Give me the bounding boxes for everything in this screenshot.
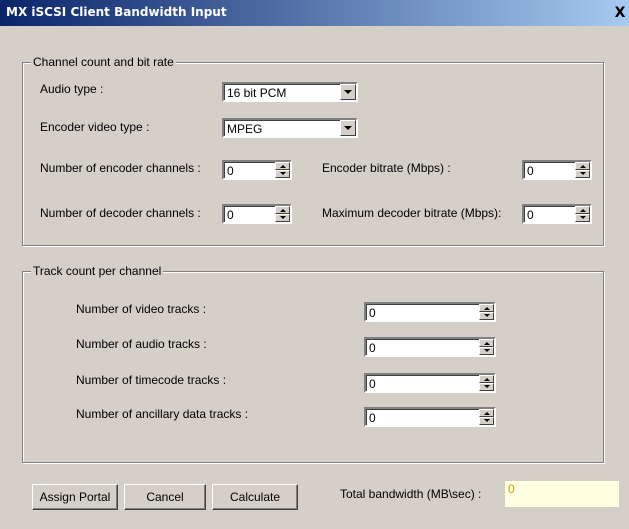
max-decoder-bitrate-value[interactable]: 0 bbox=[527, 208, 534, 222]
spin-buttons bbox=[479, 375, 494, 391]
encoder-channels-value[interactable]: 0 bbox=[227, 164, 234, 178]
spin-up-icon[interactable] bbox=[479, 304, 494, 312]
spin-buttons bbox=[575, 162, 590, 178]
spin-up-icon[interactable] bbox=[575, 206, 590, 214]
assign-portal-button[interactable]: Assign Portal bbox=[32, 484, 118, 510]
track-groupbox: Track count per channel bbox=[22, 264, 604, 463]
audio-type-select[interactable]: 16 bit PCM bbox=[222, 82, 358, 102]
total-bandwidth-label: Total bandwidth (MB\sec) : bbox=[340, 487, 482, 501]
spin-up-icon[interactable] bbox=[479, 339, 494, 347]
calculate-button[interactable]: Calculate bbox=[212, 484, 298, 510]
track-group-legend: Track count per channel bbox=[31, 264, 164, 278]
spin-down-icon[interactable] bbox=[479, 312, 494, 320]
total-bandwidth-output: 0 bbox=[504, 480, 620, 508]
spin-buttons bbox=[479, 304, 494, 320]
spin-down-icon[interactable] bbox=[575, 214, 590, 222]
spin-buttons bbox=[575, 206, 590, 222]
chevron-down-icon[interactable] bbox=[340, 120, 356, 136]
ancillary-tracks-value[interactable]: 0 bbox=[369, 411, 376, 425]
audio-type-value: 16 bit PCM bbox=[227, 86, 287, 100]
spin-up-icon[interactable] bbox=[479, 375, 494, 383]
decoder-channels-stepper[interactable]: 0 bbox=[222, 204, 292, 224]
video-tracks-value[interactable]: 0 bbox=[369, 306, 376, 320]
encoder-bitrate-label: Encoder bitrate (Mbps) : bbox=[322, 161, 451, 175]
timecode-tracks-stepper[interactable]: 0 bbox=[364, 373, 496, 393]
dialog-window: MX iSCSI Client Bandwidth Input X Channe… bbox=[0, 0, 629, 529]
spin-buttons bbox=[479, 339, 494, 355]
audio-tracks-value[interactable]: 0 bbox=[369, 341, 376, 355]
audio-tracks-stepper[interactable]: 0 bbox=[364, 337, 496, 357]
encoder-video-type-label: Encoder video type : bbox=[40, 120, 150, 134]
audio-type-label: Audio type : bbox=[40, 82, 104, 96]
timecode-tracks-value[interactable]: 0 bbox=[369, 377, 376, 391]
video-tracks-stepper[interactable]: 0 bbox=[364, 302, 496, 322]
spin-up-icon[interactable] bbox=[275, 162, 290, 170]
chevron-down-icon[interactable] bbox=[340, 84, 356, 100]
max-decoder-bitrate-stepper[interactable]: 0 bbox=[522, 204, 592, 224]
spin-buttons bbox=[275, 162, 290, 178]
encoder-video-type-select[interactable]: MPEG bbox=[222, 118, 358, 138]
total-bandwidth-value: 0 bbox=[508, 482, 515, 496]
encoder-video-type-value: MPEG bbox=[227, 122, 263, 136]
encoder-bitrate-value[interactable]: 0 bbox=[527, 164, 534, 178]
spin-up-icon[interactable] bbox=[479, 409, 494, 417]
encoder-channels-stepper[interactable]: 0 bbox=[222, 160, 292, 180]
ancillary-tracks-stepper[interactable]: 0 bbox=[364, 407, 496, 427]
title-bar[interactable]: MX iSCSI Client Bandwidth Input X bbox=[0, 0, 629, 26]
decoder-channels-value[interactable]: 0 bbox=[227, 208, 234, 222]
spin-down-icon[interactable] bbox=[479, 383, 494, 391]
spin-down-icon[interactable] bbox=[275, 170, 290, 178]
spin-buttons bbox=[275, 206, 290, 222]
close-icon[interactable]: X bbox=[613, 5, 627, 21]
decoder-channels-label: Number of decoder channels : bbox=[40, 206, 201, 220]
video-tracks-label: Number of video tracks : bbox=[76, 302, 207, 316]
channel-group-legend: Channel count and bit rate bbox=[31, 55, 176, 69]
encoder-channels-label: Number of encoder channels : bbox=[40, 161, 201, 175]
max-decoder-bitrate-label: Maximum decoder bitrate (Mbps): bbox=[322, 206, 502, 220]
spin-up-icon[interactable] bbox=[575, 162, 590, 170]
window-title: MX iSCSI Client Bandwidth Input bbox=[6, 5, 227, 19]
spin-buttons bbox=[479, 409, 494, 425]
spin-down-icon[interactable] bbox=[575, 170, 590, 178]
spin-down-icon[interactable] bbox=[275, 214, 290, 222]
timecode-tracks-label: Number of timecode tracks : bbox=[76, 373, 227, 387]
audio-tracks-label: Number of audio tracks : bbox=[76, 337, 207, 351]
cancel-button[interactable]: Cancel bbox=[124, 484, 206, 510]
spin-up-icon[interactable] bbox=[275, 206, 290, 214]
spin-down-icon[interactable] bbox=[479, 347, 494, 355]
ancillary-tracks-label: Number of ancillary data tracks : bbox=[76, 407, 249, 421]
spin-down-icon[interactable] bbox=[479, 417, 494, 425]
encoder-bitrate-stepper[interactable]: 0 bbox=[522, 160, 592, 180]
